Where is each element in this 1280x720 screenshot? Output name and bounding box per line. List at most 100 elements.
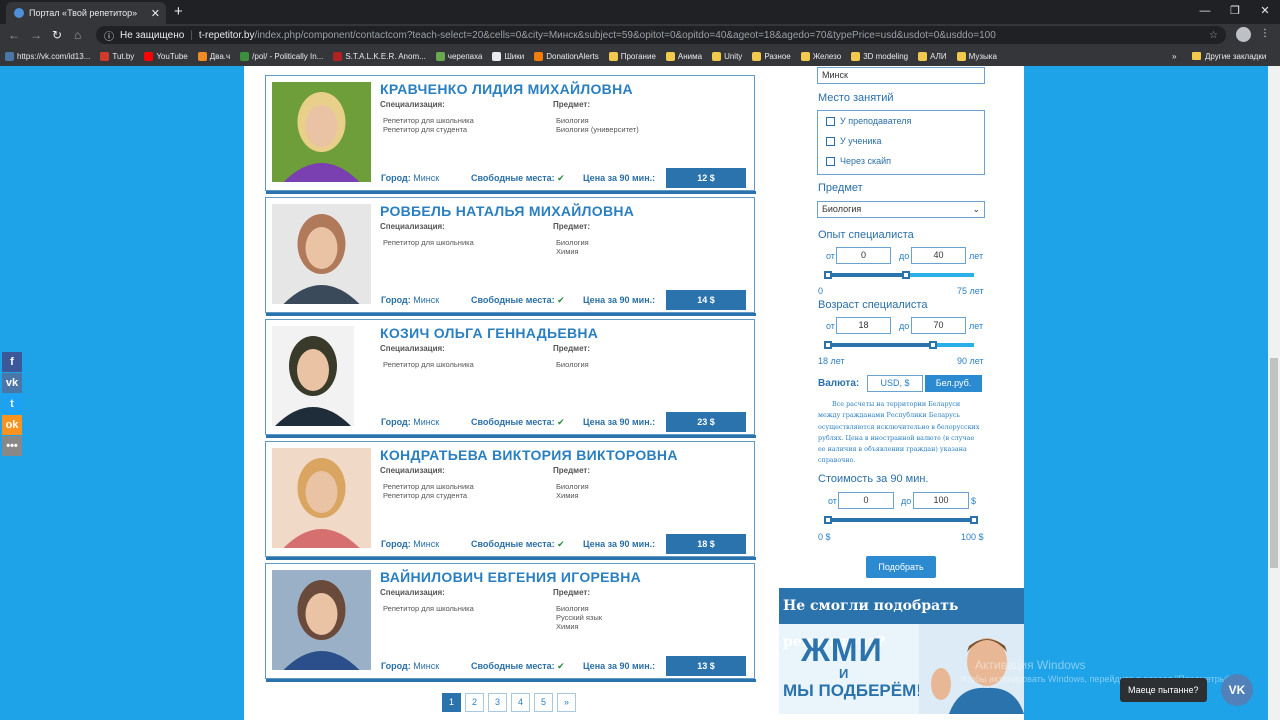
page-button[interactable]: 5 bbox=[534, 693, 553, 712]
url-text[interactable]: t-repetitor.by/index.php/component/conta… bbox=[199, 30, 996, 41]
bookmark-item[interactable]: Шики bbox=[487, 51, 529, 61]
bookmark-icon bbox=[333, 51, 343, 61]
bookmark-item[interactable]: Tut.by bbox=[95, 51, 139, 61]
browser-tab[interactable]: Портал «Твой репетитор» ✕ bbox=[6, 2, 166, 24]
tutor-name[interactable]: КОНДРАТЬЕВА ВИКТОРИЯ ВИКТОРОВНА bbox=[380, 447, 678, 463]
price-slider-min-handle[interactable] bbox=[824, 516, 832, 524]
price-badge: 14 $ bbox=[666, 290, 746, 310]
bookmark-icon bbox=[800, 51, 810, 61]
bookmark-star-icon[interactable]: ☆ bbox=[1209, 30, 1218, 41]
page-button[interactable]: 2 bbox=[465, 693, 484, 712]
currency-usd-button[interactable]: USD, $ bbox=[867, 375, 923, 392]
omnibox[interactable]: ⓘ Не защищено | t-repetitor.by/index.php… bbox=[96, 26, 1226, 44]
tutor-photo[interactable] bbox=[272, 82, 371, 182]
bookmark-item[interactable]: YouTube bbox=[139, 51, 192, 61]
tutor-card[interactable]: РОВБЕЛЬ НАТАЛЬЯ МИХАЙЛОВНА Специализация:… bbox=[265, 197, 756, 316]
subject-value: Биология bbox=[556, 482, 589, 491]
currency-byn-button[interactable]: Бел.руб. bbox=[925, 375, 982, 392]
tutor-photo[interactable] bbox=[272, 570, 371, 670]
price-from-input[interactable]: 0 bbox=[838, 492, 894, 509]
checkbox-skype[interactable] bbox=[826, 157, 835, 166]
promo-banner[interactable]: Не смогли подобрать репетитора? ЖМИ И МЫ… bbox=[779, 588, 1024, 714]
bookmark-item[interactable]: АЛИ bbox=[913, 51, 952, 61]
bookmark-item[interactable]: S.T.A.L.K.E.R. Anom... bbox=[328, 51, 430, 61]
tutor-name[interactable]: ВАЙНИЛОВИЧ ЕВГЕНИЯ ИГОРЕВНА bbox=[380, 569, 641, 585]
twitter-icon[interactable]: t bbox=[2, 394, 22, 414]
bookmark-item[interactable]: Железо bbox=[796, 51, 846, 61]
exp-from-input[interactable]: 0 bbox=[836, 247, 891, 264]
more-icon[interactable]: ••• bbox=[2, 436, 22, 456]
page-scrollbar[interactable] bbox=[1268, 66, 1280, 720]
page-button[interactable]: 1 bbox=[442, 693, 461, 712]
bookmark-item[interactable]: DonationAlerts bbox=[529, 51, 603, 61]
menu-icon[interactable]: ⋮ bbox=[1260, 28, 1270, 39]
exp-to-input[interactable]: 40 bbox=[911, 247, 966, 264]
other-bookmarks[interactable]: Другие закладки bbox=[1192, 52, 1266, 61]
vk-chat-button[interactable]: VK bbox=[1221, 674, 1253, 706]
bookmark-item[interactable]: Разное bbox=[747, 51, 795, 61]
folder-icon bbox=[1192, 52, 1201, 60]
tutor-card[interactable]: ВАЙНИЛОВИЧ ЕВГЕНИЯ ИГОРЕВНА Специализация… bbox=[265, 563, 756, 682]
tutor-name[interactable]: КРАВЧЕНКО ЛИДИЯ МИХАЙЛОВНА bbox=[380, 81, 633, 97]
vk-icon[interactable]: vk bbox=[2, 373, 22, 393]
age-from-label: от bbox=[826, 321, 835, 331]
close-tab-icon[interactable]: ✕ bbox=[151, 7, 160, 20]
page-button[interactable]: 3 bbox=[488, 693, 507, 712]
scrollbar-thumb[interactable] bbox=[1270, 358, 1278, 568]
price-slider-max-handle[interactable] bbox=[970, 516, 978, 524]
checkbox-teacher[interactable] bbox=[826, 117, 835, 126]
tutor-card[interactable]: КОНДРАТЬЕВА ВИКТОРИЯ ВИКТОРОВНА Специализ… bbox=[265, 441, 756, 560]
age-slider-max-handle[interactable] bbox=[929, 341, 938, 349]
age-from-input[interactable]: 18 bbox=[836, 317, 891, 334]
bookmark-item[interactable]: Музыка bbox=[952, 51, 1002, 61]
bookmark-item[interactable]: Прогание bbox=[604, 51, 661, 61]
tutor-card[interactable]: КРАВЧЕНКО ЛИДИЯ МИХАЙЛОВНА Специализация:… bbox=[265, 75, 756, 194]
next-page-button[interactable]: » bbox=[557, 693, 576, 712]
minimize-icon[interactable]: — bbox=[1190, 0, 1220, 24]
age-to-input[interactable]: 70 bbox=[911, 317, 966, 334]
subject-value: Химия bbox=[556, 247, 579, 256]
subject-select[interactable]: Биология ⌄ bbox=[817, 201, 985, 218]
back-icon[interactable]: ← bbox=[8, 28, 20, 42]
bookmark-item[interactable]: /pol/ - Politically In... bbox=[235, 51, 328, 61]
free-places: Свободные места: ✔ bbox=[471, 417, 565, 427]
tutor-photo[interactable] bbox=[272, 326, 354, 426]
card-underline bbox=[266, 191, 756, 194]
bookmark-item[interactable]: Два.ч bbox=[193, 51, 235, 61]
tutor-name[interactable]: РОВБЕЛЬ НАТАЛЬЯ МИХАЙЛОВНА bbox=[380, 203, 634, 219]
reload-icon[interactable]: ↻ bbox=[52, 28, 62, 42]
close-window-icon[interactable]: ✕ bbox=[1250, 0, 1280, 24]
maximize-icon[interactable]: ❐ bbox=[1220, 0, 1250, 24]
profile-avatar[interactable] bbox=[1236, 27, 1251, 42]
facebook-icon[interactable]: f bbox=[2, 352, 22, 372]
chevron-down-icon: ⌄ bbox=[972, 204, 980, 214]
chat-prompt[interactable]: Маеце пытанне? bbox=[1120, 678, 1207, 702]
new-tab-button[interactable]: + bbox=[174, 3, 183, 20]
page-button[interactable]: 4 bbox=[511, 693, 530, 712]
info-icon[interactable]: ⓘ bbox=[104, 28, 114, 43]
promo-press: ЖМИ bbox=[801, 632, 883, 668]
city-field[interactable]: Минск bbox=[817, 67, 985, 84]
bookmark-item[interactable]: Анима bbox=[661, 51, 707, 61]
bookmark-item[interactable]: черепаха bbox=[431, 51, 488, 61]
tutor-card[interactable]: КОЗИЧ ОЛЬГА ГЕННАДЬЕВНА Специализация: Пре… bbox=[265, 319, 756, 438]
bookmark-item[interactable]: https://vk.com/id13... bbox=[0, 51, 95, 61]
tutor-photo[interactable] bbox=[272, 204, 371, 304]
social-share-bar: f vk t ok ••• bbox=[2, 352, 22, 456]
tutor-photo[interactable] bbox=[272, 448, 371, 548]
checkbox-student[interactable] bbox=[826, 137, 835, 146]
forward-icon[interactable]: → bbox=[30, 28, 42, 42]
tutor-name[interactable]: КОЗИЧ ОЛЬГА ГЕННАДЬЕВНА bbox=[380, 325, 598, 341]
submit-button[interactable]: Подобрать bbox=[866, 556, 936, 578]
bookmark-item[interactable]: 3D modeling bbox=[846, 51, 913, 61]
exp-slider-min-handle[interactable] bbox=[824, 271, 832, 279]
home-icon[interactable]: ⌂ bbox=[74, 28, 81, 42]
bookmark-label: Музыка bbox=[968, 51, 997, 61]
more-bookmarks-button[interactable]: » bbox=[1172, 52, 1176, 61]
tab-title: Портал «Твой репетитор» bbox=[29, 8, 138, 18]
age-slider-min-handle[interactable] bbox=[824, 341, 832, 349]
exp-slider-max-handle[interactable] bbox=[901, 271, 910, 279]
bookmark-item[interactable]: Unity bbox=[707, 51, 747, 61]
price-to-input[interactable]: 100 bbox=[913, 492, 969, 509]
odnoklassniki-icon[interactable]: ok bbox=[2, 415, 22, 435]
